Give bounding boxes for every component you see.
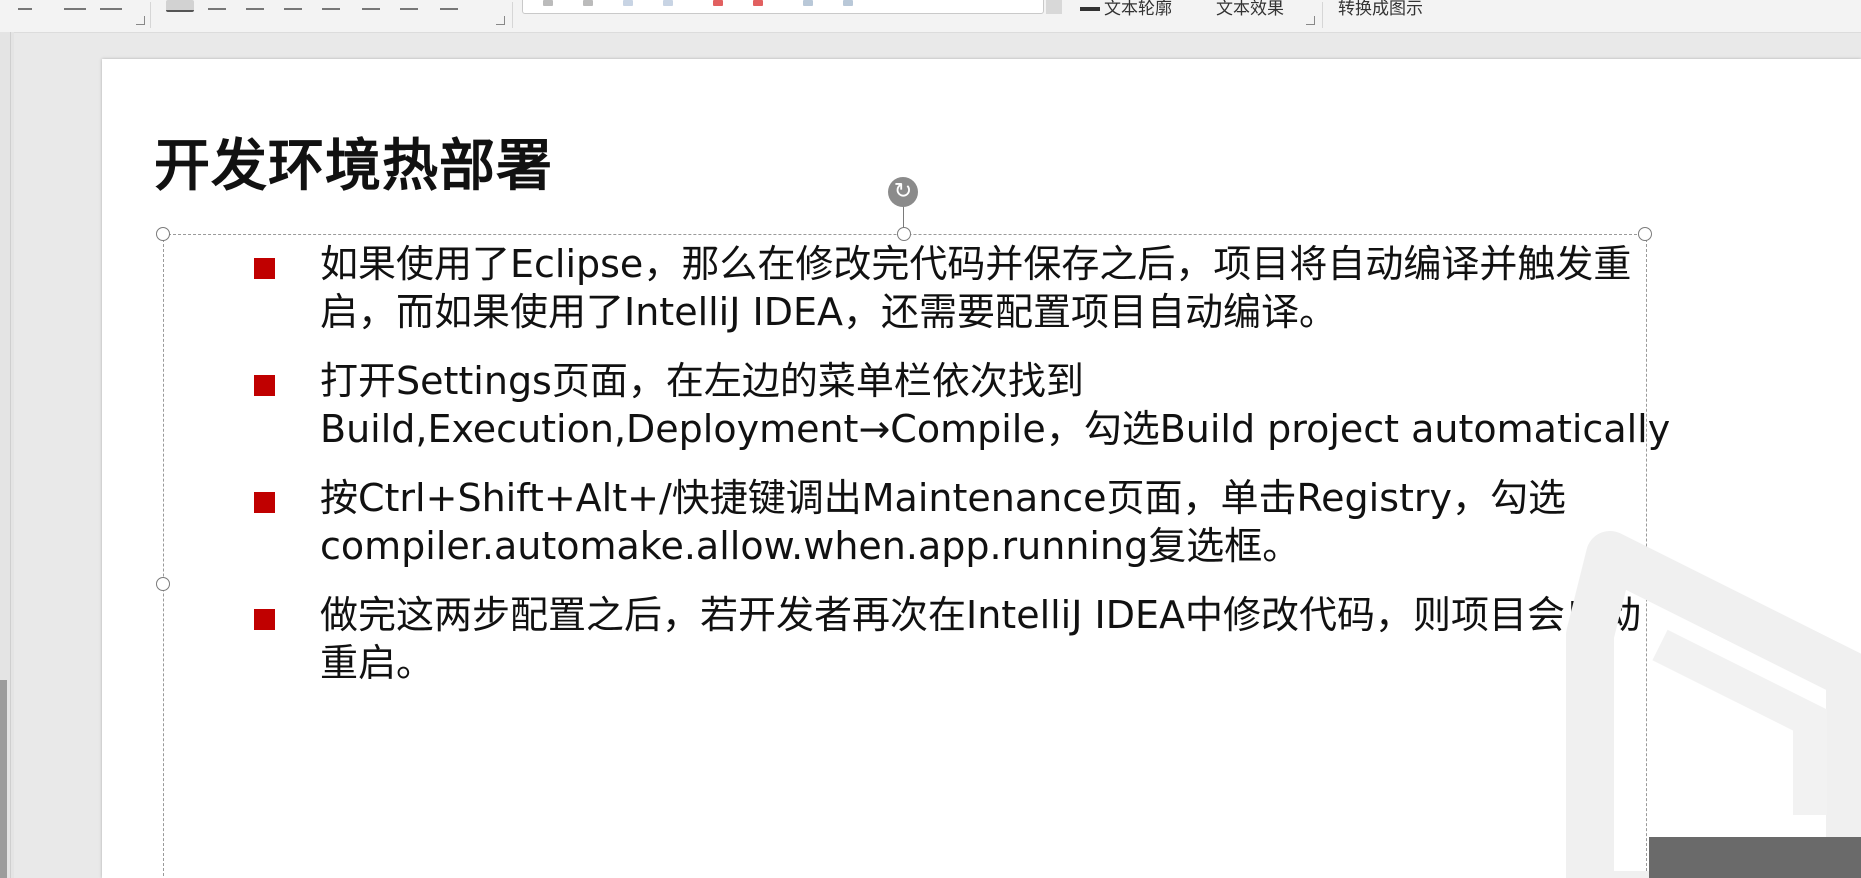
- justify-icon[interactable]: [284, 0, 302, 10]
- text-effect-label: 文本效果: [1216, 0, 1284, 19]
- style-swatch[interactable]: [623, 0, 633, 6]
- clear-format-icon[interactable]: [64, 0, 86, 10]
- list-item[interactable]: 如果使用了Eclipse，那么在修改完代码并保存之后，项目将自动编译并触发重 启…: [172, 240, 1732, 336]
- wordart-dialog-launcher[interactable]: [1306, 16, 1315, 25]
- resize-handle-top-center[interactable]: [897, 227, 911, 241]
- list-item[interactable]: 打开Settings页面，在左边的菜单栏依次找到 Build,Execution…: [172, 357, 1732, 453]
- ribbon-separator: [150, 2, 151, 28]
- resize-handle-top-right[interactable]: [1638, 227, 1652, 241]
- resize-handle-middle-left[interactable]: [156, 577, 170, 591]
- resize-handle-top-left[interactable]: [156, 227, 170, 241]
- ribbon-separator: [1322, 2, 1323, 28]
- ribbon-toolbar: 文本轮廓 文本效果 转换成图示: [0, 0, 1861, 33]
- style-swatch[interactable]: [753, 0, 763, 6]
- convert-smartart-label: 转换成图示: [1338, 0, 1423, 19]
- slide-title[interactable]: 开发环境热部署: [154, 121, 553, 202]
- text-outline-label: 文本轮廓: [1104, 0, 1172, 19]
- convert-smartart-button[interactable]: 转换成图示: [1338, 0, 1423, 19]
- list-item-text[interactable]: 按Ctrl+Shift+Alt+/快捷键调出Maintenance页面，单击Re…: [320, 474, 1732, 570]
- distributed-icon[interactable]: [322, 0, 340, 10]
- square-bullet-icon: [254, 375, 275, 396]
- align-left-icon[interactable]: [166, 0, 194, 12]
- style-swatch[interactable]: [663, 0, 673, 6]
- text-outline-icon: [1080, 7, 1100, 11]
- line-spacing-icon[interactable]: [362, 0, 380, 10]
- gallery-scroll-button[interactable]: [1046, 0, 1062, 14]
- style-swatch[interactable]: [543, 0, 553, 6]
- paragraph-dialog-launcher[interactable]: [496, 16, 505, 25]
- ribbon-separator: [512, 2, 513, 28]
- list-item[interactable]: 做完这两步配置之后，若开发者再次在IntelliJ IDEA中修改代码，则项目会…: [172, 591, 1732, 687]
- font-dialog-launcher[interactable]: [136, 16, 145, 25]
- slide-corner-shape: [1649, 837, 1861, 878]
- watermark-logo-icon: [1566, 531, 1861, 878]
- list-item-text[interactable]: 如果使用了Eclipse，那么在修改完代码并保存之后，项目将自动编译并触发重 启…: [320, 240, 1732, 336]
- align-text-icon[interactable]: [440, 0, 458, 10]
- redo-icon[interactable]: [18, 0, 32, 10]
- bullet-list[interactable]: 如果使用了Eclipse，那么在修改完代码并保存之后，项目将自动编译并触发重 启…: [172, 240, 1732, 708]
- char-spacing-icon[interactable]: [100, 0, 122, 10]
- text-style-gallery[interactable]: [522, 0, 1044, 14]
- pane-divider[interactable]: [10, 32, 11, 878]
- square-bullet-icon: [254, 492, 275, 513]
- align-center-icon[interactable]: [208, 0, 226, 10]
- style-swatch[interactable]: [583, 0, 593, 6]
- text-direction-icon[interactable]: [400, 0, 418, 10]
- pane-scrollbar-thumb[interactable]: [0, 680, 7, 878]
- text-effect-button[interactable]: 文本效果: [1216, 0, 1284, 19]
- list-item[interactable]: 按Ctrl+Shift+Alt+/快捷键调出Maintenance页面，单击Re…: [172, 474, 1732, 570]
- style-swatch[interactable]: [713, 0, 723, 6]
- slide-canvas[interactable]: 开发环境热部署 ↻ 如果使用了Eclipse，那么在修改完代码并保存之后，项目将…: [102, 59, 1861, 878]
- list-item-text[interactable]: 做完这两步配置之后，若开发者再次在IntelliJ IDEA中修改代码，则项目会…: [320, 591, 1732, 687]
- text-outline-button[interactable]: 文本轮廓: [1080, 0, 1172, 19]
- rotate-handle-icon[interactable]: ↻: [888, 177, 918, 207]
- align-right-icon[interactable]: [246, 0, 264, 10]
- style-swatch[interactable]: [843, 0, 853, 6]
- style-swatch[interactable]: [803, 0, 813, 6]
- square-bullet-icon: [254, 609, 275, 630]
- list-item-text[interactable]: 打开Settings页面，在左边的菜单栏依次找到 Build,Execution…: [320, 357, 1732, 453]
- square-bullet-icon: [254, 258, 275, 279]
